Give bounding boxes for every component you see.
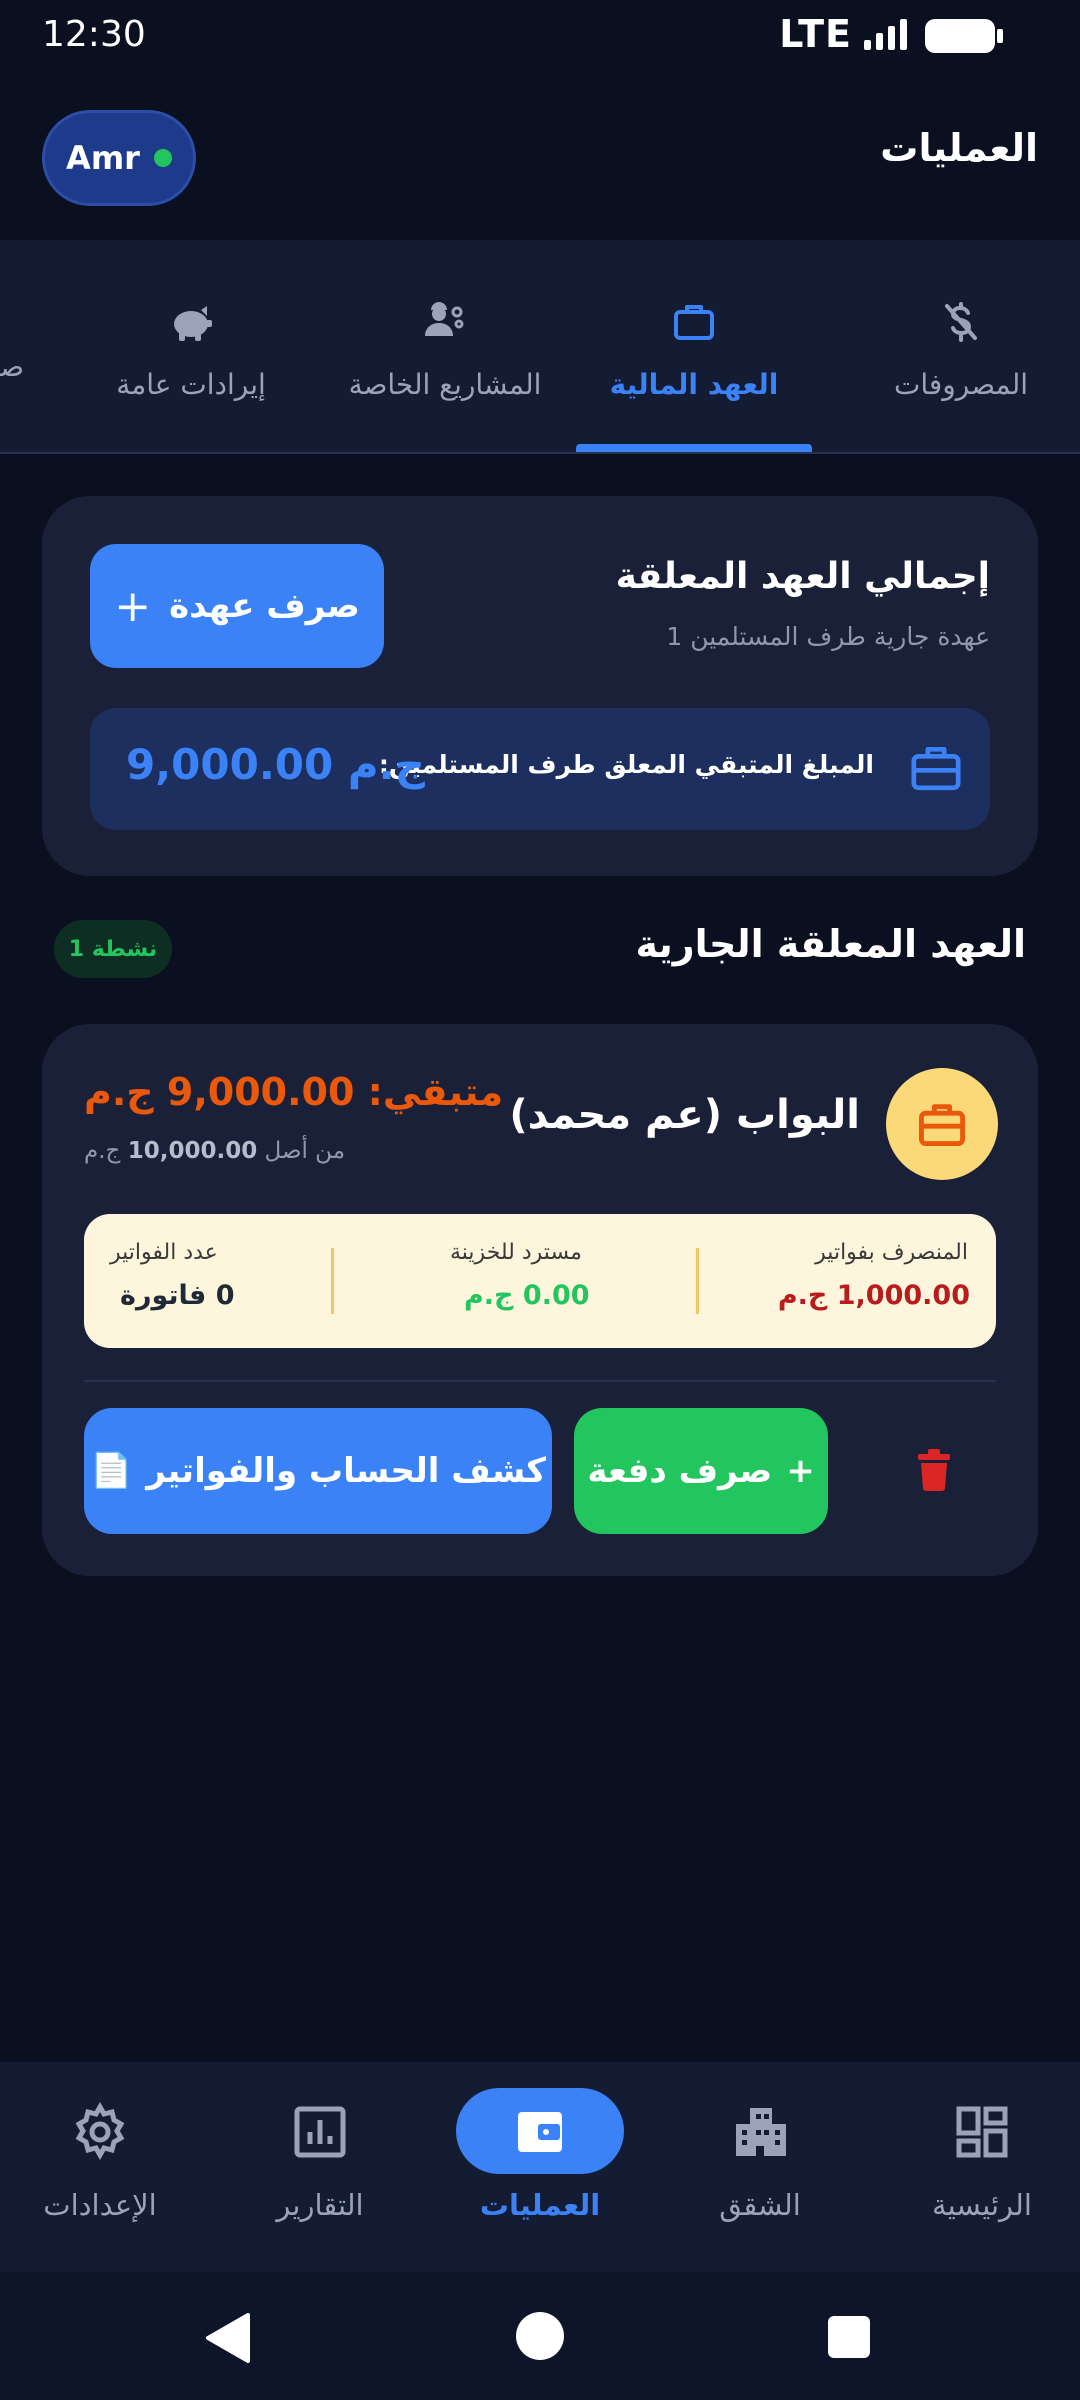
custody-remaining: متبقي: 9,000.00 ج.م xyxy=(84,1070,504,1114)
nav-label: الإعدادات xyxy=(43,2188,157,2222)
of-total-amount: 10,000.00 xyxy=(127,1138,258,1164)
nav-label: الرئيسية xyxy=(932,2188,1032,2222)
pay-label: صرف دفعة xyxy=(587,1451,773,1491)
briefcase-icon xyxy=(918,1104,966,1146)
remaining-amount: 9,000.00 ج.م xyxy=(126,740,425,789)
invoices-value: 0 فاتورة xyxy=(120,1280,235,1311)
wallet-icon xyxy=(518,2112,562,2152)
account-statement-button[interactable]: كشف الحساب والفواتير 📄 xyxy=(84,1408,552,1534)
nav-label: التقارير xyxy=(276,2188,364,2222)
network-type: LTE xyxy=(779,12,852,56)
nav-item-operations[interactable]: العمليات xyxy=(440,2062,640,2272)
gear-icon xyxy=(75,2102,125,2161)
issue-custody-button[interactable]: صرف عهدة + xyxy=(90,544,384,668)
tab-private-projects[interactable]: المشاريع الخاصة xyxy=(330,240,560,452)
tab-expenses[interactable]: المصروفات xyxy=(846,240,1076,452)
tab-general-revenue[interactable]: إيرادات عامة xyxy=(96,240,286,452)
back-icon[interactable] xyxy=(204,2312,252,2364)
plus-icon: + xyxy=(786,1451,815,1491)
workers-icon xyxy=(425,302,464,336)
battery-icon xyxy=(925,19,1003,53)
custody-holder-name: البواب (عم محمد) xyxy=(509,1092,860,1138)
piggy-bank-icon xyxy=(174,306,212,341)
tab-label: المشاريع الخاصة xyxy=(348,368,542,401)
active-count-badge: 1 نشطة xyxy=(54,920,172,978)
signal-icon xyxy=(864,19,907,50)
nav-label: الشقق xyxy=(719,2188,801,2222)
tabs-bar: المصروفات العهد المالية المشاريع الخاصة … xyxy=(0,240,1080,454)
spent-value: 1,000.00 ج.م xyxy=(777,1280,970,1311)
bar-chart-icon xyxy=(294,2106,346,2158)
user-name: Amr xyxy=(66,139,140,177)
briefcase-icon xyxy=(674,305,714,340)
briefcase-icon xyxy=(911,747,961,791)
refunded-value: 0.00 ج.م xyxy=(464,1280,590,1311)
recent-apps-icon[interactable] xyxy=(828,2316,870,2358)
tab-label: المصروفات xyxy=(893,368,1029,401)
tab-label: العهد المالية xyxy=(609,368,779,401)
issue-custody-label: صرف عهدة xyxy=(169,586,360,626)
summary-subtitle: 1 عهدة جارية طرف المستلمين xyxy=(666,622,990,651)
plus-icon: + xyxy=(114,580,152,632)
card-divider xyxy=(84,1380,996,1382)
dollar-off-icon xyxy=(945,302,977,342)
tab-label-partial[interactable]: صـ xyxy=(0,350,24,383)
tab-label: إيرادات عامة xyxy=(116,368,266,401)
section-title: العهد المعلقة الجارية xyxy=(635,922,1026,966)
of-total-currency: ج.م xyxy=(84,1138,121,1164)
invoices-label: عدد الفواتير xyxy=(110,1240,218,1265)
status-bar xyxy=(0,0,1080,72)
home-icon[interactable] xyxy=(516,2312,564,2360)
nav-item-reports[interactable]: التقارير xyxy=(220,2062,420,2272)
online-status-dot xyxy=(153,149,172,167)
nav-item-settings[interactable]: الإعدادات xyxy=(0,2062,200,2272)
building-icon xyxy=(736,2108,786,2156)
pay-installment-button[interactable]: + صرف دفعة xyxy=(574,1408,828,1534)
status-time: 12:30 xyxy=(42,14,146,55)
remaining-label: المبلغ المتبقي المعلق طرف المستلمين: xyxy=(378,750,874,779)
dashboard-icon xyxy=(956,2106,1008,2158)
stat-divider xyxy=(331,1248,334,1314)
nav-item-home[interactable]: الرئيسية xyxy=(882,2062,1080,2272)
stat-divider xyxy=(696,1248,699,1314)
custody-original-total: من أصل 10,000.00 ج.م xyxy=(84,1138,345,1164)
tab-custody[interactable]: العهد المالية xyxy=(576,240,812,452)
trash-icon[interactable] xyxy=(910,1446,958,1494)
active-tab-indicator xyxy=(576,444,812,452)
refunded-label: مسترد للخزينة xyxy=(450,1240,582,1265)
page-title: العمليات xyxy=(880,126,1038,170)
nav-label: العمليات xyxy=(479,2188,601,2222)
nav-item-apartments[interactable]: الشقق xyxy=(660,2062,860,2272)
of-total-prefix: من أصل xyxy=(264,1138,346,1164)
spent-label: المنصرف بفواتير xyxy=(815,1240,968,1265)
custody-avatar xyxy=(886,1068,998,1180)
statement-label: كشف الحساب والفواتير xyxy=(146,1451,547,1491)
document-icon: 📄 xyxy=(89,1451,133,1491)
user-chip[interactable]: Amr xyxy=(42,110,196,206)
summary-title: إجمالي العهد المعلقة xyxy=(615,556,990,597)
